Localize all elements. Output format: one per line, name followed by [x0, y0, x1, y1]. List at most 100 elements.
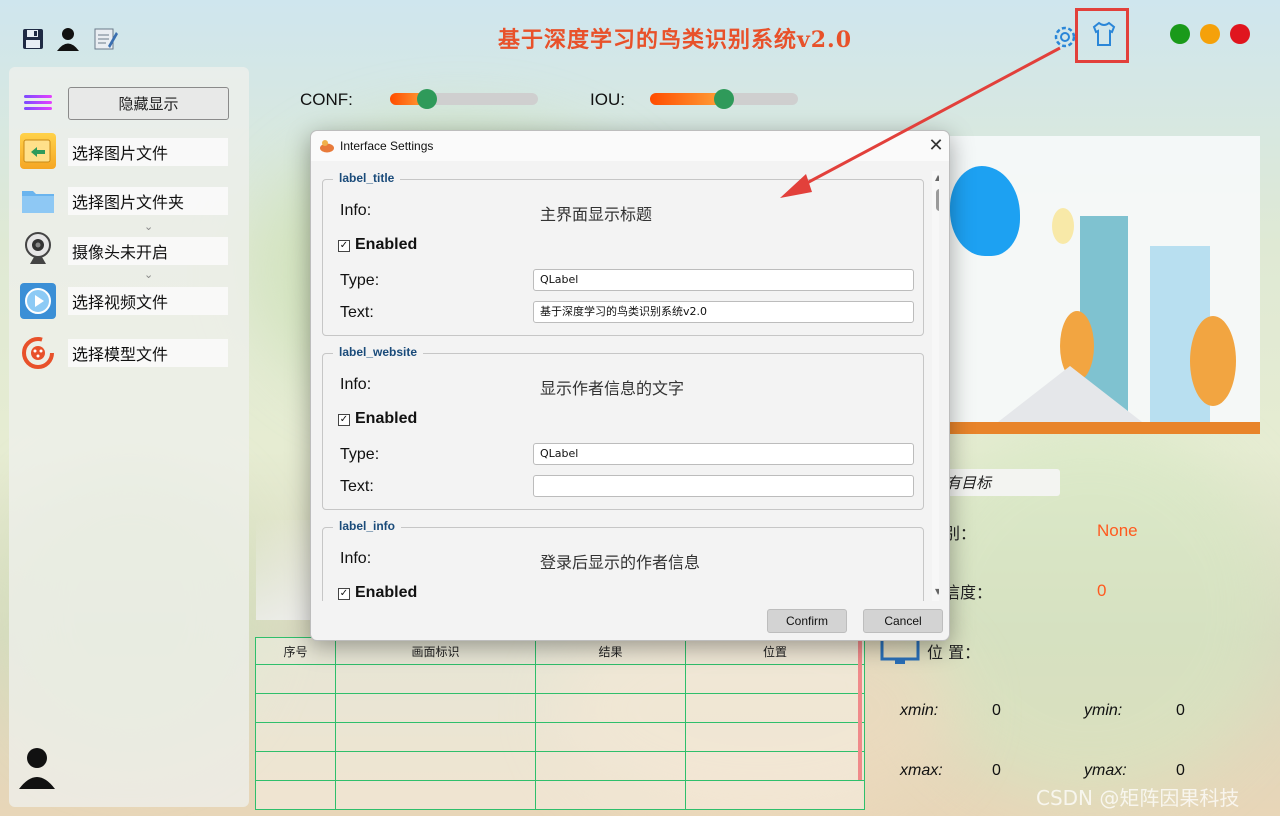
class-value: None: [1097, 521, 1138, 540]
user-icon[interactable]: [55, 26, 81, 52]
welcome-illustration: [940, 136, 1260, 434]
table-row[interactable]: [255, 693, 865, 723]
image-display-area: [256, 520, 316, 620]
scroll-up-icon[interactable]: ▲: [935, 173, 939, 182]
iou-slider-handle[interactable]: [714, 89, 734, 109]
confirm-button[interactable]: Confirm: [767, 609, 847, 633]
select-image-file-button[interactable]: 选择图片文件: [68, 138, 228, 166]
image-file-icon[interactable]: [20, 133, 56, 169]
ground-illustration: [940, 422, 1260, 434]
table-row[interactable]: [255, 780, 865, 810]
scroll-down-icon[interactable]: ▼: [935, 587, 939, 596]
save-icon[interactable]: [20, 26, 46, 52]
xmax-label: xmax:: [900, 762, 943, 779]
info-label: Info:: [340, 202, 372, 219]
camera-button[interactable]: 摄像头未开启: [68, 237, 228, 265]
text-label: Text:: [340, 478, 374, 495]
xmin-value: 0: [992, 702, 1001, 719]
table-row[interactable]: [255, 722, 865, 752]
conf-slider[interactable]: [390, 93, 538, 105]
dialog-scrollbar[interactable]: ▲ ▼: [932, 171, 939, 601]
type-field[interactable]: QLabel: [533, 443, 914, 465]
settings-group-label-title: label_title Info: 主界面显示标题 ✓ Enabled Type…: [322, 171, 924, 336]
toggle-sidebar-button[interactable]: 隐藏显示: [68, 87, 229, 120]
skin-button-highlight: [1075, 8, 1129, 63]
enabled-label[interactable]: Enabled: [355, 236, 417, 254]
target-select[interactable]: 有目标: [940, 469, 1060, 496]
select-model-file-button[interactable]: 选择模型文件: [68, 339, 228, 367]
table-header-row: 序号 画面标识 结果 位置: [255, 637, 865, 665]
xmax-value: 0: [992, 762, 1001, 779]
table-row[interactable]: [255, 751, 865, 781]
enabled-checkbox[interactable]: ✓: [338, 240, 350, 252]
type-label: Type:: [340, 446, 380, 463]
tree-illustration: [1190, 316, 1236, 406]
balloon-illustration: [1052, 208, 1074, 244]
close-icon[interactable]: ✕: [925, 135, 947, 157]
table-scrollbar[interactable]: [858, 640, 862, 780]
chevron-down-icon: ⌄: [144, 220, 154, 233]
iou-slider-fill: [650, 93, 724, 105]
bird-illustration: [950, 166, 1020, 256]
column-header-result[interactable]: 结果: [535, 637, 686, 665]
column-header-frame[interactable]: 画面标识: [335, 637, 536, 665]
cancel-button[interactable]: Cancel: [863, 609, 943, 633]
info-label: Info:: [340, 376, 372, 393]
type-label: Type:: [340, 272, 380, 289]
interface-settings-dialog: Interface Settings ✕ label_title Info: 主…: [310, 130, 950, 641]
user-icon[interactable]: [18, 745, 56, 791]
scrollbar-thumb[interactable]: [936, 189, 939, 211]
info-label: Info:: [340, 550, 372, 567]
maximize-button[interactable]: [1170, 24, 1190, 44]
app-title: 基于深度学习的鸟类识别系统v2.0: [497, 27, 853, 53]
confidence-value: 0: [1097, 581, 1107, 600]
enabled-label[interactable]: Enabled: [355, 410, 417, 428]
conf-slider-handle[interactable]: [417, 89, 437, 109]
folder-icon[interactable]: [20, 182, 56, 218]
chevron-down-icon: ⌄: [144, 268, 154, 281]
text-field[interactable]: [533, 475, 914, 497]
video-file-icon[interactable]: [20, 283, 56, 319]
column-header-position[interactable]: 位置: [685, 637, 865, 665]
model-file-icon[interactable]: [20, 335, 56, 371]
confidence-label: 信度：: [944, 583, 993, 602]
sidebar: [9, 67, 249, 807]
table-row[interactable]: [255, 664, 865, 694]
settings-group-label-website: label_website Info: 显示作者信息的文字 ✓ Enabled …: [322, 345, 924, 510]
ymax-value: 0: [1176, 762, 1185, 779]
group-title: label_title: [333, 171, 401, 185]
ymin-label: ymin:: [1084, 702, 1123, 719]
position-label: 位 置：: [927, 643, 981, 662]
ymin-value: 0: [1176, 702, 1185, 719]
type-field[interactable]: QLabel: [533, 269, 914, 291]
text-field[interactable]: 基于深度学习的鸟类识别系统v2.0: [533, 301, 914, 323]
conf-label: CONF:: [300, 90, 353, 109]
group-title: label_info: [333, 519, 402, 533]
text-label: Text:: [340, 304, 374, 321]
info-value: 显示作者信息的文字: [540, 379, 685, 398]
menu-icon[interactable]: [24, 92, 52, 116]
dialog-titlebar[interactable]: Interface Settings ✕: [311, 131, 949, 161]
enabled-label[interactable]: Enabled: [355, 584, 417, 601]
results-table[interactable]: 序号 画面标识 结果 位置: [255, 637, 865, 810]
settings-group-label-info: label_info Info: 登录后显示的作者信息 ✓ Enabled: [322, 519, 924, 601]
select-image-folder-button[interactable]: 选择图片文件夹: [68, 187, 228, 215]
info-value: 主界面显示标题: [540, 205, 653, 224]
ymax-label: ymax:: [1084, 762, 1127, 779]
bird-app-icon: [319, 138, 335, 153]
minimize-button[interactable]: [1200, 24, 1220, 44]
info-value: 登录后显示的作者信息: [540, 553, 701, 572]
settings-scroll-area[interactable]: label_title Info: 主界面显示标题 ✓ Enabled Type…: [319, 171, 939, 601]
watermark: CSDN @矩阵因果科技: [1036, 786, 1240, 810]
edit-icon[interactable]: [92, 26, 118, 52]
select-video-file-button[interactable]: 选择视频文件: [68, 287, 228, 315]
group-title: label_website: [333, 345, 424, 359]
dialog-title: Interface Settings: [340, 139, 434, 153]
xmin-label: xmin:: [900, 702, 939, 719]
close-button[interactable]: [1230, 24, 1250, 44]
enabled-checkbox[interactable]: ✓: [338, 414, 350, 426]
enabled-checkbox[interactable]: ✓: [338, 588, 350, 600]
iou-label: IOU:: [590, 90, 625, 109]
webcam-icon[interactable]: [20, 231, 56, 267]
column-header-index[interactable]: 序号: [255, 637, 336, 665]
